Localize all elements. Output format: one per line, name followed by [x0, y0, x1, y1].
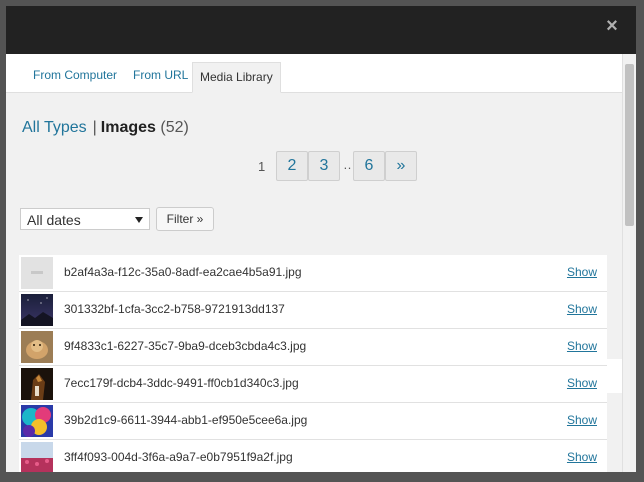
type-separator: |	[92, 119, 97, 136]
all-types-link[interactable]: All Types	[22, 119, 87, 136]
media-thumbnail	[21, 294, 53, 326]
page-next-button[interactable]: »	[385, 151, 417, 181]
media-dialog: × From Computer From URL Media Library A…	[6, 6, 636, 472]
scrollbar-thumb[interactable]	[625, 64, 634, 226]
date-select[interactable]: All dates	[20, 208, 150, 230]
media-item: 9f4833c1-6227-35c7-9ba9-dceb3cbda4c3.jpg…	[19, 329, 607, 366]
tab-bar: From Computer From URL Media Library	[6, 54, 622, 93]
show-link[interactable]: Show	[567, 413, 597, 427]
type-filter: All Types | Images (52)	[22, 119, 189, 137]
date-select-value: All dates	[27, 212, 81, 228]
dialog-content: From Computer From URL Media Library All…	[6, 54, 636, 472]
close-icon[interactable]: ×	[602, 16, 622, 36]
media-item: 3ff4f093-004d-3f6a-a9a7-e0b7951f9a2f.jpg…	[19, 440, 607, 472]
scrollbar[interactable]	[622, 54, 636, 472]
chevron-down-icon	[135, 217, 143, 223]
page-link-3[interactable]: 3	[308, 151, 340, 181]
images-count: (52)	[160, 119, 189, 136]
side-panel-edge	[607, 359, 622, 393]
page-current: 1	[258, 159, 266, 174]
tab-from-computer[interactable]: From Computer	[33, 68, 117, 82]
media-list: b2af4a3a-f12c-35a0-8adf-ea2cae4b5a91.jpg…	[19, 255, 607, 472]
media-thumbnail	[21, 331, 53, 363]
media-filename: 301332bf-1cfa-3cc2-b758-9721913dd137	[64, 302, 285, 316]
page-link-2[interactable]: 2	[276, 151, 308, 181]
tab-from-url[interactable]: From URL	[133, 68, 188, 82]
media-filename: 39b2d1c9-6611-3944-abb1-ef950e5cee6a.jpg	[64, 413, 308, 427]
images-filter-current: Images	[100, 119, 156, 136]
filter-button[interactable]: Filter »	[156, 207, 214, 231]
media-filename: 9f4833c1-6227-35c7-9ba9-dceb3cbda4c3.jpg	[64, 339, 307, 353]
media-filename: 7ecc179f-dcb4-3ddc-9491-ff0cb1d340c3.jpg	[64, 376, 299, 390]
tab-media-library[interactable]: Media Library	[192, 62, 281, 93]
media-thumbnail	[21, 405, 53, 437]
media-thumbnail	[21, 442, 53, 472]
show-link[interactable]: Show	[567, 339, 597, 353]
media-thumbnail	[21, 368, 53, 400]
media-filename: 3ff4f093-004d-3f6a-a9a7-e0b7951f9a2f.jpg	[64, 450, 293, 464]
media-item: b2af4a3a-f12c-35a0-8adf-ea2cae4b5a91.jpg…	[19, 255, 607, 292]
show-link[interactable]: Show	[567, 376, 597, 390]
show-link[interactable]: Show	[567, 302, 597, 316]
show-link[interactable]: Show	[567, 450, 597, 464]
media-item: 39b2d1c9-6611-3944-abb1-ef950e5cee6a.jpg…	[19, 403, 607, 440]
media-thumbnail	[21, 257, 53, 289]
media-item: 301332bf-1cfa-3cc2-b758-9721913dd137 Sho…	[19, 292, 607, 329]
media-item: 7ecc179f-dcb4-3ddc-9491-ff0cb1d340c3.jpg…	[19, 366, 607, 403]
media-filename: b2af4a3a-f12c-35a0-8adf-ea2cae4b5a91.jpg	[64, 265, 302, 279]
show-link[interactable]: Show	[567, 265, 597, 279]
page-link-6[interactable]: 6	[353, 151, 385, 181]
